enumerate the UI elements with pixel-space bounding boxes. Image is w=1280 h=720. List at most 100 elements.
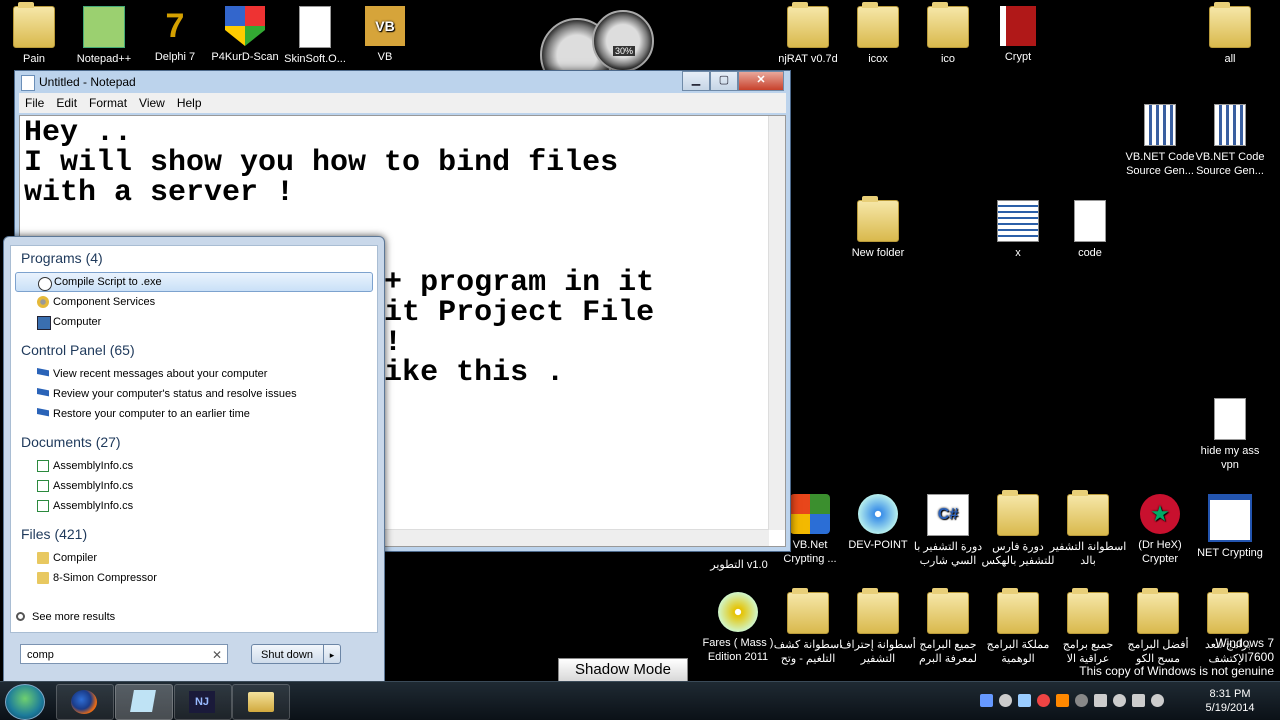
- csharp-icon: C#: [927, 494, 969, 536]
- notepad-taskbar-button[interactable]: [115, 684, 173, 720]
- menu-edit[interactable]: Edit: [50, 93, 83, 113]
- shadow-mode-button[interactable]: Shadow Mode: [558, 658, 688, 682]
- desktop-icon[interactable]: دورة فارس للتشفير بالهكس: [979, 490, 1057, 568]
- folder-icon: [1137, 588, 1179, 634]
- shutdown-button[interactable]: Shut down ▸: [251, 644, 341, 664]
- desktop-icon[interactable]: 7 Delphi 7: [136, 6, 214, 64]
- desktop-icon[interactable]: New folder: [839, 196, 917, 260]
- crypt-book-icon: [1000, 6, 1036, 46]
- tray-app-icon[interactable]: [1132, 694, 1145, 707]
- firefox-taskbar-button[interactable]: [56, 684, 114, 720]
- desktop-icon-label: VB: [377, 51, 393, 63]
- desktop-icon[interactable]: مملكة البرامج الوهمية: [979, 588, 1057, 666]
- menu-view[interactable]: View: [133, 93, 171, 113]
- desktop-icon[interactable]: P4KurD-Scan: [206, 6, 284, 64]
- menu-format[interactable]: Format: [83, 93, 133, 113]
- desktop-icon[interactable]: hide my ass vpn: [1191, 398, 1269, 472]
- tray-app-icon[interactable]: [1113, 694, 1126, 707]
- desktop-icon[interactable]: Pain: [0, 2, 73, 66]
- folder-icon: [1067, 588, 1109, 634]
- folder-icon: [997, 588, 1039, 634]
- desktop-icon[interactable]: VB VB: [346, 6, 424, 64]
- delphi-icon: 7: [165, 7, 185, 45]
- tray-app-icon[interactable]: [1018, 694, 1031, 707]
- memory-gauge-gadget[interactable]: 30%: [592, 10, 654, 72]
- desktop-icon[interactable]: اسطوانة كشف التلغيم - وتح: [769, 588, 847, 666]
- search-result-item[interactable]: Review your computer's status and resolv…: [15, 384, 373, 404]
- folder-icon: [787, 2, 829, 48]
- tray-app-icon[interactable]: [1075, 694, 1088, 707]
- search-result-item[interactable]: Compile Script to .exe: [15, 272, 373, 292]
- results-category-heading[interactable]: Files (421): [11, 522, 377, 548]
- desktop-icon[interactable]: DEV-POINT: [839, 494, 917, 552]
- desktop-icon[interactable]: SkinSoft.O...: [276, 6, 354, 66]
- tray-app-icon[interactable]: [1094, 694, 1107, 707]
- document-icon: [1074, 200, 1106, 242]
- minimize-button[interactable]: ▁: [682, 71, 710, 91]
- notepad-titlebar[interactable]: Untitled - Notepad ▁ ▢ ✕: [15, 71, 790, 93]
- vertical-scrollbar[interactable]: [768, 116, 785, 530]
- search-result-item[interactable]: AssemblyInfo.cs: [15, 456, 373, 476]
- tray-app-icon[interactable]: [1056, 694, 1069, 707]
- calculator-doc-icon: [1214, 104, 1246, 146]
- desktop-icon[interactable]: C# دورة التشفير با السي شارب: [909, 494, 987, 568]
- notepad-taskbar-icon: [130, 690, 156, 712]
- desktop-icon[interactable]: all: [1191, 2, 1269, 66]
- search-result-item[interactable]: Component Services: [15, 292, 373, 312]
- desktop-icon[interactable]: جميع البرامج لمعرفة البرم: [909, 588, 987, 666]
- desktop-icon-label: Notepad++: [76, 53, 132, 65]
- desktop-icon[interactable]: Crypt: [979, 6, 1057, 64]
- desktop-icon[interactable]: NET Crypting: [1191, 494, 1269, 560]
- desktop-icon[interactable]: icox: [839, 2, 917, 66]
- search-result-item[interactable]: Computer: [15, 312, 373, 332]
- vb-icon: VB: [365, 6, 405, 46]
- desktop-icon[interactable]: njRAT v0.7d: [769, 2, 847, 66]
- maximize-button[interactable]: ▢: [710, 71, 738, 91]
- desktop-icon[interactable]: ★ (Dr HeX) Crypter: [1121, 494, 1199, 566]
- desktop-icon[interactable]: x: [979, 200, 1057, 260]
- search-result-item[interactable]: AssemblyInfo.cs: [15, 476, 373, 496]
- results-category-heading[interactable]: Programs (4): [11, 246, 377, 272]
- calculator-doc-icon: [1144, 104, 1176, 146]
- desktop-icon[interactable]: أسطوانة إحتراف التشفير: [839, 588, 917, 666]
- clock-date: 5/19/2014: [1205, 702, 1255, 714]
- tray-app-icon[interactable]: [1151, 694, 1164, 707]
- clock[interactable]: 8:31 PM 5/19/2014: [1200, 687, 1260, 715]
- explorer-taskbar-button[interactable]: [232, 684, 290, 720]
- search-result-item[interactable]: 8-Simon Compressor: [15, 568, 373, 588]
- search-result-item[interactable]: Restore your computer to an earlier time: [15, 404, 373, 424]
- search-result-item[interactable]: Compiler: [15, 548, 373, 568]
- cs-file-icon: [37, 460, 49, 472]
- menu-file[interactable]: File: [19, 93, 50, 113]
- results-category-heading[interactable]: Control Panel (65): [11, 338, 377, 364]
- desktop-icon[interactable]: اسطوانة التشفير بالد: [1049, 490, 1127, 568]
- folder-icon: [1209, 2, 1251, 48]
- desktop-icon-label: hide my ass vpn: [1200, 445, 1260, 471]
- tray-app-icon[interactable]: [999, 694, 1012, 707]
- start-search-input[interactable]: comp ✕: [20, 644, 228, 664]
- search-result-item[interactable]: AssemblyInfo.cs: [15, 496, 373, 516]
- desktop-icon[interactable]: ico: [909, 2, 987, 66]
- desktop-icon[interactable]: code: [1051, 200, 1129, 260]
- desktop-icon[interactable]: Fares ( Mass ) Edition 2011: [699, 592, 777, 664]
- nj-taskbar-button[interactable]: NJ: [174, 684, 232, 720]
- gear-document-icon: [299, 6, 331, 48]
- explorer-folder-icon: [248, 692, 274, 712]
- desktop-icon[interactable]: Notepad++: [65, 6, 143, 66]
- start-orb-icon[interactable]: [5, 684, 45, 720]
- result-label: AssemblyInfo.cs: [53, 480, 134, 492]
- desktop-icon-label: دورة التشفير با السي شارب: [913, 541, 983, 567]
- tray-app-icon[interactable]: [1037, 694, 1050, 707]
- see-more-results-link[interactable]: See more results: [16, 611, 115, 623]
- desktop-icon-label: VB.NET Code Source Gen...: [1195, 151, 1265, 177]
- desktop-icon[interactable]: VB.NET Code Source Gen...: [1121, 104, 1199, 178]
- desktop-icon[interactable]: VB.NET Code Source Gen...: [1191, 104, 1269, 178]
- tray-app-icon[interactable]: [980, 694, 993, 707]
- clear-search-icon[interactable]: ✕: [212, 645, 222, 665]
- shutdown-options-arrow-icon[interactable]: ▸: [323, 645, 340, 663]
- result-label: AssemblyInfo.cs: [53, 500, 134, 512]
- search-result-item[interactable]: View recent messages about your computer: [15, 364, 373, 384]
- close-button[interactable]: ✕: [738, 71, 784, 91]
- menu-help[interactable]: Help: [171, 93, 208, 113]
- results-category-heading[interactable]: Documents (27): [11, 430, 377, 456]
